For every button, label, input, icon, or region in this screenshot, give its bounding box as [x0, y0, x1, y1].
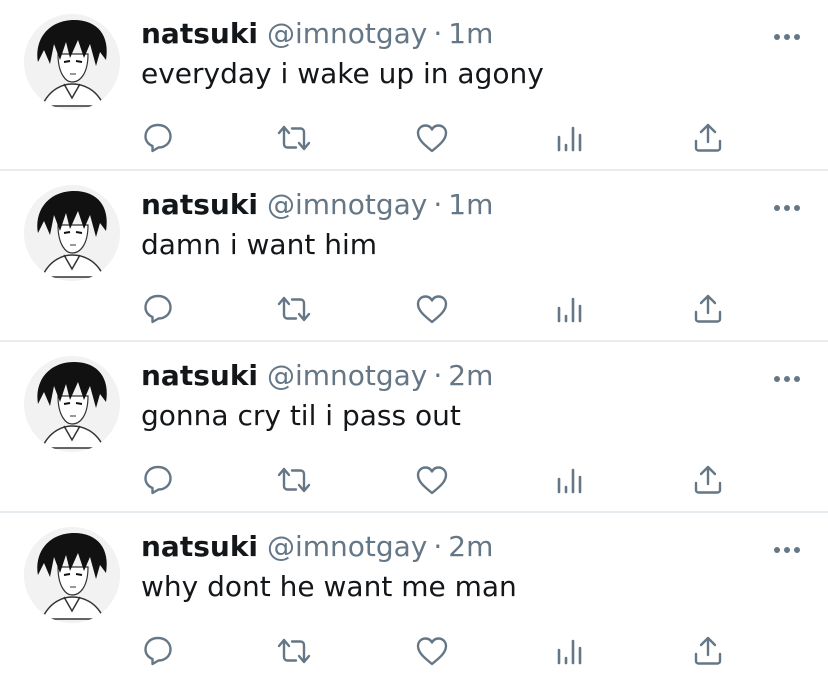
retweet-button[interactable]: [272, 629, 316, 673]
timestamp[interactable]: 1m: [448, 17, 493, 50]
user-handle[interactable]: @imnotgay: [267, 530, 427, 563]
share-button[interactable]: [686, 629, 730, 673]
display-name[interactable]: natsuki: [141, 359, 258, 392]
tweet-header: natsuki @imnotgay · 1m: [141, 14, 493, 54]
avatar-image: [24, 185, 120, 281]
more-icon[interactable]: [772, 199, 802, 211]
like-button[interactable]: [410, 458, 454, 502]
display-name[interactable]: natsuki: [141, 530, 258, 563]
share-icon: [694, 636, 722, 665]
retweet-button[interactable]: [272, 116, 316, 160]
share-button[interactable]: [686, 116, 730, 160]
timestamp[interactable]: 2m: [448, 359, 493, 392]
avatar[interactable]: [24, 14, 120, 110]
avatar[interactable]: [24, 527, 120, 623]
reply-icon: [144, 636, 172, 666]
retweet-button[interactable]: [272, 287, 316, 331]
tweet-text: gonna cry til i pass out: [141, 399, 461, 432]
reply-icon: [144, 465, 172, 495]
avatar[interactable]: [24, 185, 120, 281]
avatar-image: [24, 356, 120, 452]
analytics-icon: [557, 126, 582, 152]
user-handle[interactable]: @imnotgay: [267, 17, 427, 50]
retweet-icon: [277, 296, 311, 322]
tweet-actions: [0, 116, 828, 160]
analytics-button[interactable]: [548, 629, 592, 673]
tweet[interactable]: natsuki @imnotgay · 1m everyday i wake up …: [0, 0, 828, 171]
analytics-icon: [557, 468, 582, 494]
avatar-image: [24, 527, 120, 623]
display-name[interactable]: natsuki: [141, 188, 258, 221]
separator-dot: ·: [433, 530, 443, 563]
share-button[interactable]: [686, 287, 730, 331]
reply-icon: [144, 294, 172, 324]
reply-button[interactable]: [136, 116, 180, 160]
tweet[interactable]: natsuki @imnotgay · 1m damn i want him: [0, 171, 828, 342]
separator-dot: ·: [433, 17, 443, 50]
share-icon: [694, 123, 722, 152]
display-name[interactable]: natsuki: [141, 17, 258, 50]
analytics-button[interactable]: [548, 458, 592, 502]
reply-button[interactable]: [136, 458, 180, 502]
more-icon[interactable]: [772, 541, 802, 553]
retweet-icon: [277, 638, 311, 664]
like-button[interactable]: [410, 116, 454, 160]
share-button[interactable]: [686, 458, 730, 502]
tweet-actions: [0, 629, 828, 673]
retweet-button[interactable]: [272, 458, 316, 502]
analytics-button[interactable]: [548, 116, 592, 160]
reply-button[interactable]: [136, 287, 180, 331]
avatar-image: [24, 14, 120, 110]
share-icon: [694, 294, 722, 323]
tweet-text: everyday i wake up in agony: [141, 57, 544, 90]
tweet-feed: natsuki @imnotgay · 1m everyday i wake up …: [0, 0, 828, 683]
share-icon: [694, 465, 722, 494]
tweet-header: natsuki @imnotgay · 2m: [141, 527, 493, 567]
timestamp[interactable]: 2m: [448, 530, 493, 563]
heart-icon: [416, 295, 448, 324]
tweet[interactable]: natsuki @imnotgay · 2m why dont he want me…: [0, 513, 828, 684]
timestamp[interactable]: 1m: [448, 188, 493, 221]
analytics-icon: [557, 297, 582, 323]
separator-dot: ·: [433, 359, 443, 392]
like-button[interactable]: [410, 287, 454, 331]
retweet-icon: [277, 125, 311, 151]
heart-icon: [416, 637, 448, 666]
heart-icon: [416, 124, 448, 153]
analytics-icon: [557, 639, 582, 665]
more-icon[interactable]: [772, 370, 802, 382]
heart-icon: [416, 466, 448, 495]
tweet-header: natsuki @imnotgay · 1m: [141, 185, 493, 225]
user-handle[interactable]: @imnotgay: [267, 188, 427, 221]
reply-icon: [144, 123, 172, 153]
tweet-actions: [0, 287, 828, 331]
tweet-actions: [0, 458, 828, 502]
tweet-text: why dont he want me man: [141, 570, 517, 603]
tweet-text: damn i want him: [141, 228, 378, 261]
like-button[interactable]: [410, 629, 454, 673]
separator-dot: ·: [433, 188, 443, 221]
analytics-button[interactable]: [548, 287, 592, 331]
user-handle[interactable]: @imnotgay: [267, 359, 427, 392]
tweet[interactable]: natsuki @imnotgay · 2m gonna cry til i pas…: [0, 342, 828, 513]
avatar[interactable]: [24, 356, 120, 452]
retweet-icon: [277, 467, 311, 493]
tweet-header: natsuki @imnotgay · 2m: [141, 356, 493, 396]
reply-button[interactable]: [136, 629, 180, 673]
more-icon[interactable]: [772, 28, 802, 40]
